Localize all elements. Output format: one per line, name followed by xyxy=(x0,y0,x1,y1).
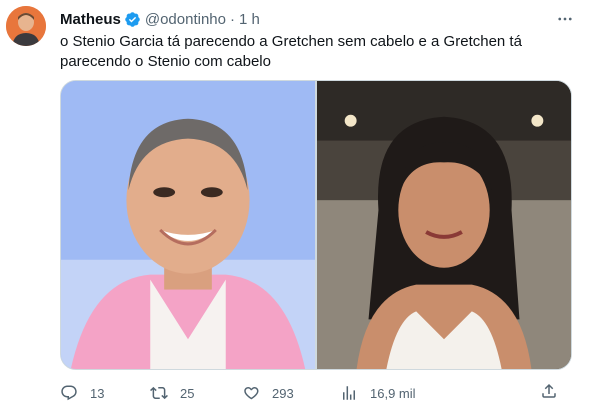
reply-button[interactable]: 13 xyxy=(60,382,104,404)
views-icon xyxy=(340,384,358,402)
timestamp[interactable]: 1 h xyxy=(239,11,260,28)
share-icon xyxy=(540,382,558,405)
like-icon xyxy=(242,384,260,402)
views-count: 16,9 mil xyxy=(370,385,416,401)
tweet-header: Matheus @odontinho · 1 h xyxy=(60,9,260,29)
photo-stenio[interactable] xyxy=(61,81,315,369)
tweet-text-line: o Stenio Garcia tá parecendo a Gretchen … xyxy=(60,33,522,50)
tweet-text: o Stenio Garcia tá parecendo a Gretchen … xyxy=(60,32,570,72)
avatar-image xyxy=(6,6,46,46)
author-handle[interactable]: @odontinho xyxy=(145,11,226,28)
verified-badge-icon xyxy=(124,11,141,28)
tweet-text-line: parecendo o Stenio com cabelo xyxy=(60,53,271,70)
like-button[interactable]: 293 xyxy=(242,382,294,404)
tweet[interactable]: Matheus @odontinho · 1 h o Stenio Garcia… xyxy=(0,0,597,408)
photo-stenio-drawing xyxy=(61,81,315,369)
retweet-button[interactable]: 25 xyxy=(150,382,194,404)
photo-gretchen-drawing xyxy=(317,81,571,369)
separator-dot: · xyxy=(229,10,235,28)
action-bar: 13 25 293 16,9 mil xyxy=(60,382,580,404)
reply-count: 13 xyxy=(90,385,105,401)
share-button[interactable] xyxy=(538,382,560,404)
reply-icon xyxy=(60,384,78,402)
author-name[interactable]: Matheus xyxy=(60,11,121,28)
media-grid xyxy=(60,80,572,370)
retweet-icon xyxy=(150,384,168,402)
views-button[interactable]: 16,9 mil xyxy=(340,382,416,404)
like-count: 293 xyxy=(272,385,294,401)
retweet-count: 25 xyxy=(180,385,195,401)
avatar[interactable] xyxy=(6,6,46,46)
more-options-icon[interactable] xyxy=(555,9,575,29)
photo-gretchen[interactable] xyxy=(317,81,571,369)
